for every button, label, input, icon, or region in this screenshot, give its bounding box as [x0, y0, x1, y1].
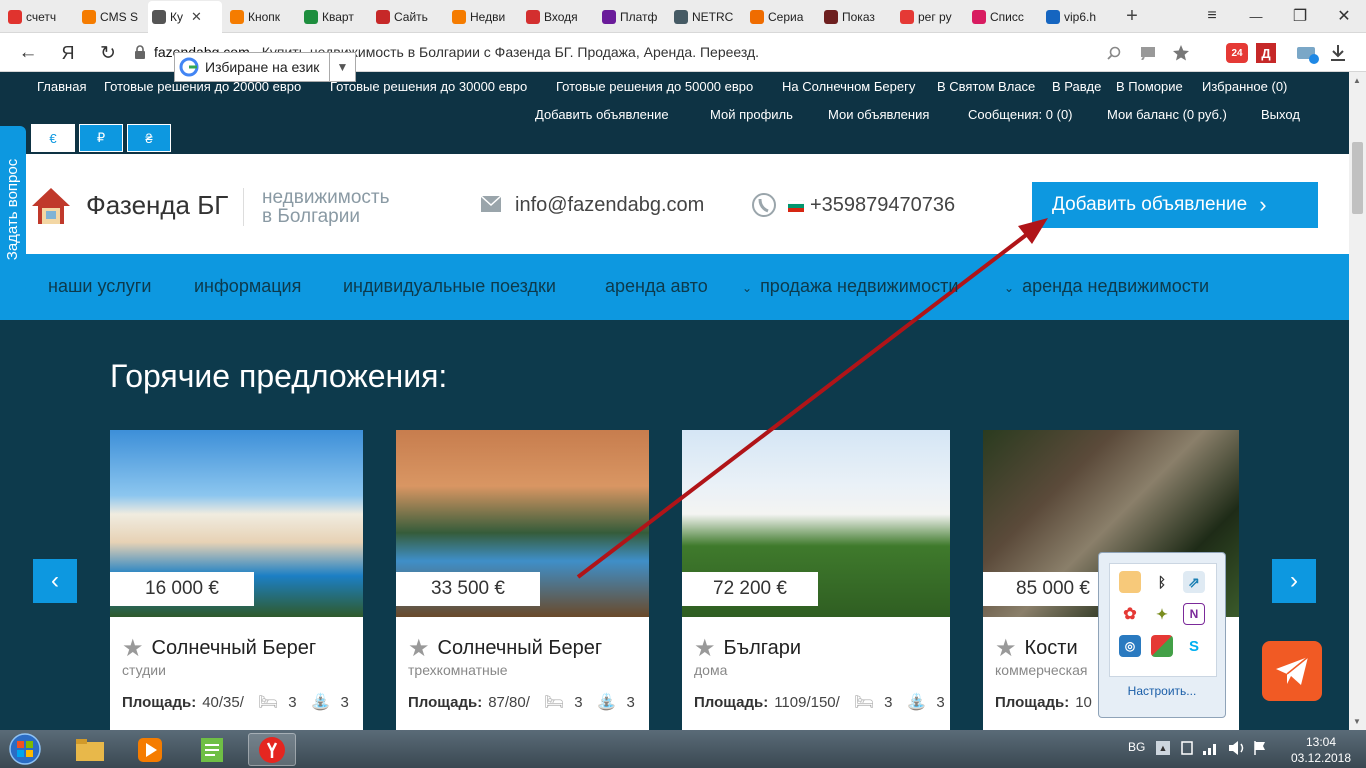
skype-icon[interactable]: S [1183, 635, 1205, 657]
bluetooth-icon[interactable]: ᛒ [1151, 571, 1173, 593]
network-icon[interactable] [1202, 740, 1220, 756]
menu-item-label: наши услуги [48, 276, 152, 296]
topbar-link[interactable]: Готовые решения до 20000 евро [104, 79, 301, 94]
topbar-link[interactable]: Главная [37, 79, 86, 94]
account-link[interactable]: Мои объявления [828, 107, 929, 122]
device-tray-icon[interactable] [1180, 740, 1194, 756]
account-link[interactable]: Мой профиль [710, 107, 793, 122]
account-link[interactable]: Выход [1261, 107, 1300, 122]
page-scrollbar[interactable]: ▲ ▼ [1349, 72, 1366, 730]
volume-icon[interactable] [1228, 740, 1246, 756]
menu-item-label: продажа недвижимости [760, 276, 959, 296]
scroll-down-arrow[interactable]: ▼ [1353, 717, 1361, 726]
folder-icon [76, 738, 104, 761]
start-button[interactable] [6, 732, 44, 766]
topbar-link[interactable]: В Святом Власе [937, 79, 1035, 94]
tray-app-icon-8[interactable] [1151, 635, 1173, 657]
menu-item[interactable]: информация [194, 276, 301, 297]
topbar-link[interactable]: Избранное (0) [1202, 79, 1287, 94]
currency-button[interactable]: ₴ [127, 124, 171, 152]
scroll-thumb[interactable] [1352, 142, 1363, 214]
clock-time: 13:04 [1305, 735, 1337, 749]
menu-item-label: аренда авто [605, 276, 708, 296]
chevron-down-icon: ⌄ [742, 281, 753, 295]
paper-plane-icon [1276, 656, 1309, 685]
account-link[interactable]: Мои баланс (0 руб.) [1107, 107, 1227, 122]
menu-item[interactable]: индивидуальные поездки [343, 276, 556, 297]
menu-item[interactable]: ⌄ аренда недвижимости [1004, 276, 1209, 297]
currency-button[interactable]: € [31, 124, 75, 152]
tray-customize-link[interactable]: Настроить... [1099, 684, 1225, 698]
tray-app-icon-5[interactable]: ✦ [1151, 603, 1173, 625]
show-hidden-icons-button[interactable]: ▲ [1156, 741, 1170, 755]
tray-app-icon-7[interactable]: ◎ [1119, 635, 1141, 657]
topbar-link[interactable]: Готовые решения до 30000 евро [330, 79, 527, 94]
yandex-browser-taskbar-icon[interactable] [248, 733, 296, 766]
menu-item[interactable]: наши услуги [48, 276, 151, 297]
play-icon [138, 737, 162, 762]
topbar-link[interactable]: В Поморие [1116, 79, 1183, 94]
notes-taskbar-icon[interactable] [188, 733, 236, 766]
menu-item-label: аренда недвижимости [1022, 276, 1210, 296]
clock[interactable]: 13:04 03.12.2018 [1284, 734, 1358, 766]
topbar-link[interactable]: Готовые решения до 50000 евро [556, 79, 753, 94]
account-link[interactable]: Сообщения: 0 (0) [968, 107, 1073, 122]
explorer-taskbar-icon[interactable] [66, 733, 114, 766]
onenote-icon[interactable]: N [1183, 603, 1205, 625]
account-link[interactable]: Добавить объявление [535, 107, 669, 122]
clock-date: 03.12.2018 [1290, 751, 1352, 765]
chevron-down-icon: ⌄ [1004, 281, 1015, 295]
yandex-icon [259, 736, 285, 763]
telegram-button[interactable] [1262, 641, 1322, 701]
tray-app-icon-1[interactable] [1119, 571, 1141, 593]
scroll-up-arrow[interactable]: ▲ [1353, 76, 1361, 85]
topbar-link[interactable]: В Равде [1052, 79, 1101, 94]
menu-item[interactable]: ⌄ продажа недвижимости [742, 276, 958, 297]
tray-overflow-popup: ᛒ ⇗ ✿ ✦ N ◎ S Настроить... [1098, 552, 1226, 718]
media-player-taskbar-icon[interactable] [126, 733, 174, 766]
input-language[interactable]: BG [1128, 740, 1145, 754]
menu-item-label: индивидуальные поездки [343, 276, 556, 296]
currency-button[interactable]: ₽ [79, 124, 123, 152]
tray-app-icon-3[interactable]: ⇗ [1183, 571, 1205, 593]
menu-item[interactable]: аренда авто [605, 276, 708, 297]
topbar-link[interactable]: На Солнечном Берегу [782, 79, 915, 94]
notepad-icon [201, 737, 223, 762]
menu-item-label: информация [194, 276, 302, 296]
action-center-flag-icon[interactable] [1252, 740, 1268, 756]
tray-app-icon-4[interactable]: ✿ [1119, 603, 1141, 625]
